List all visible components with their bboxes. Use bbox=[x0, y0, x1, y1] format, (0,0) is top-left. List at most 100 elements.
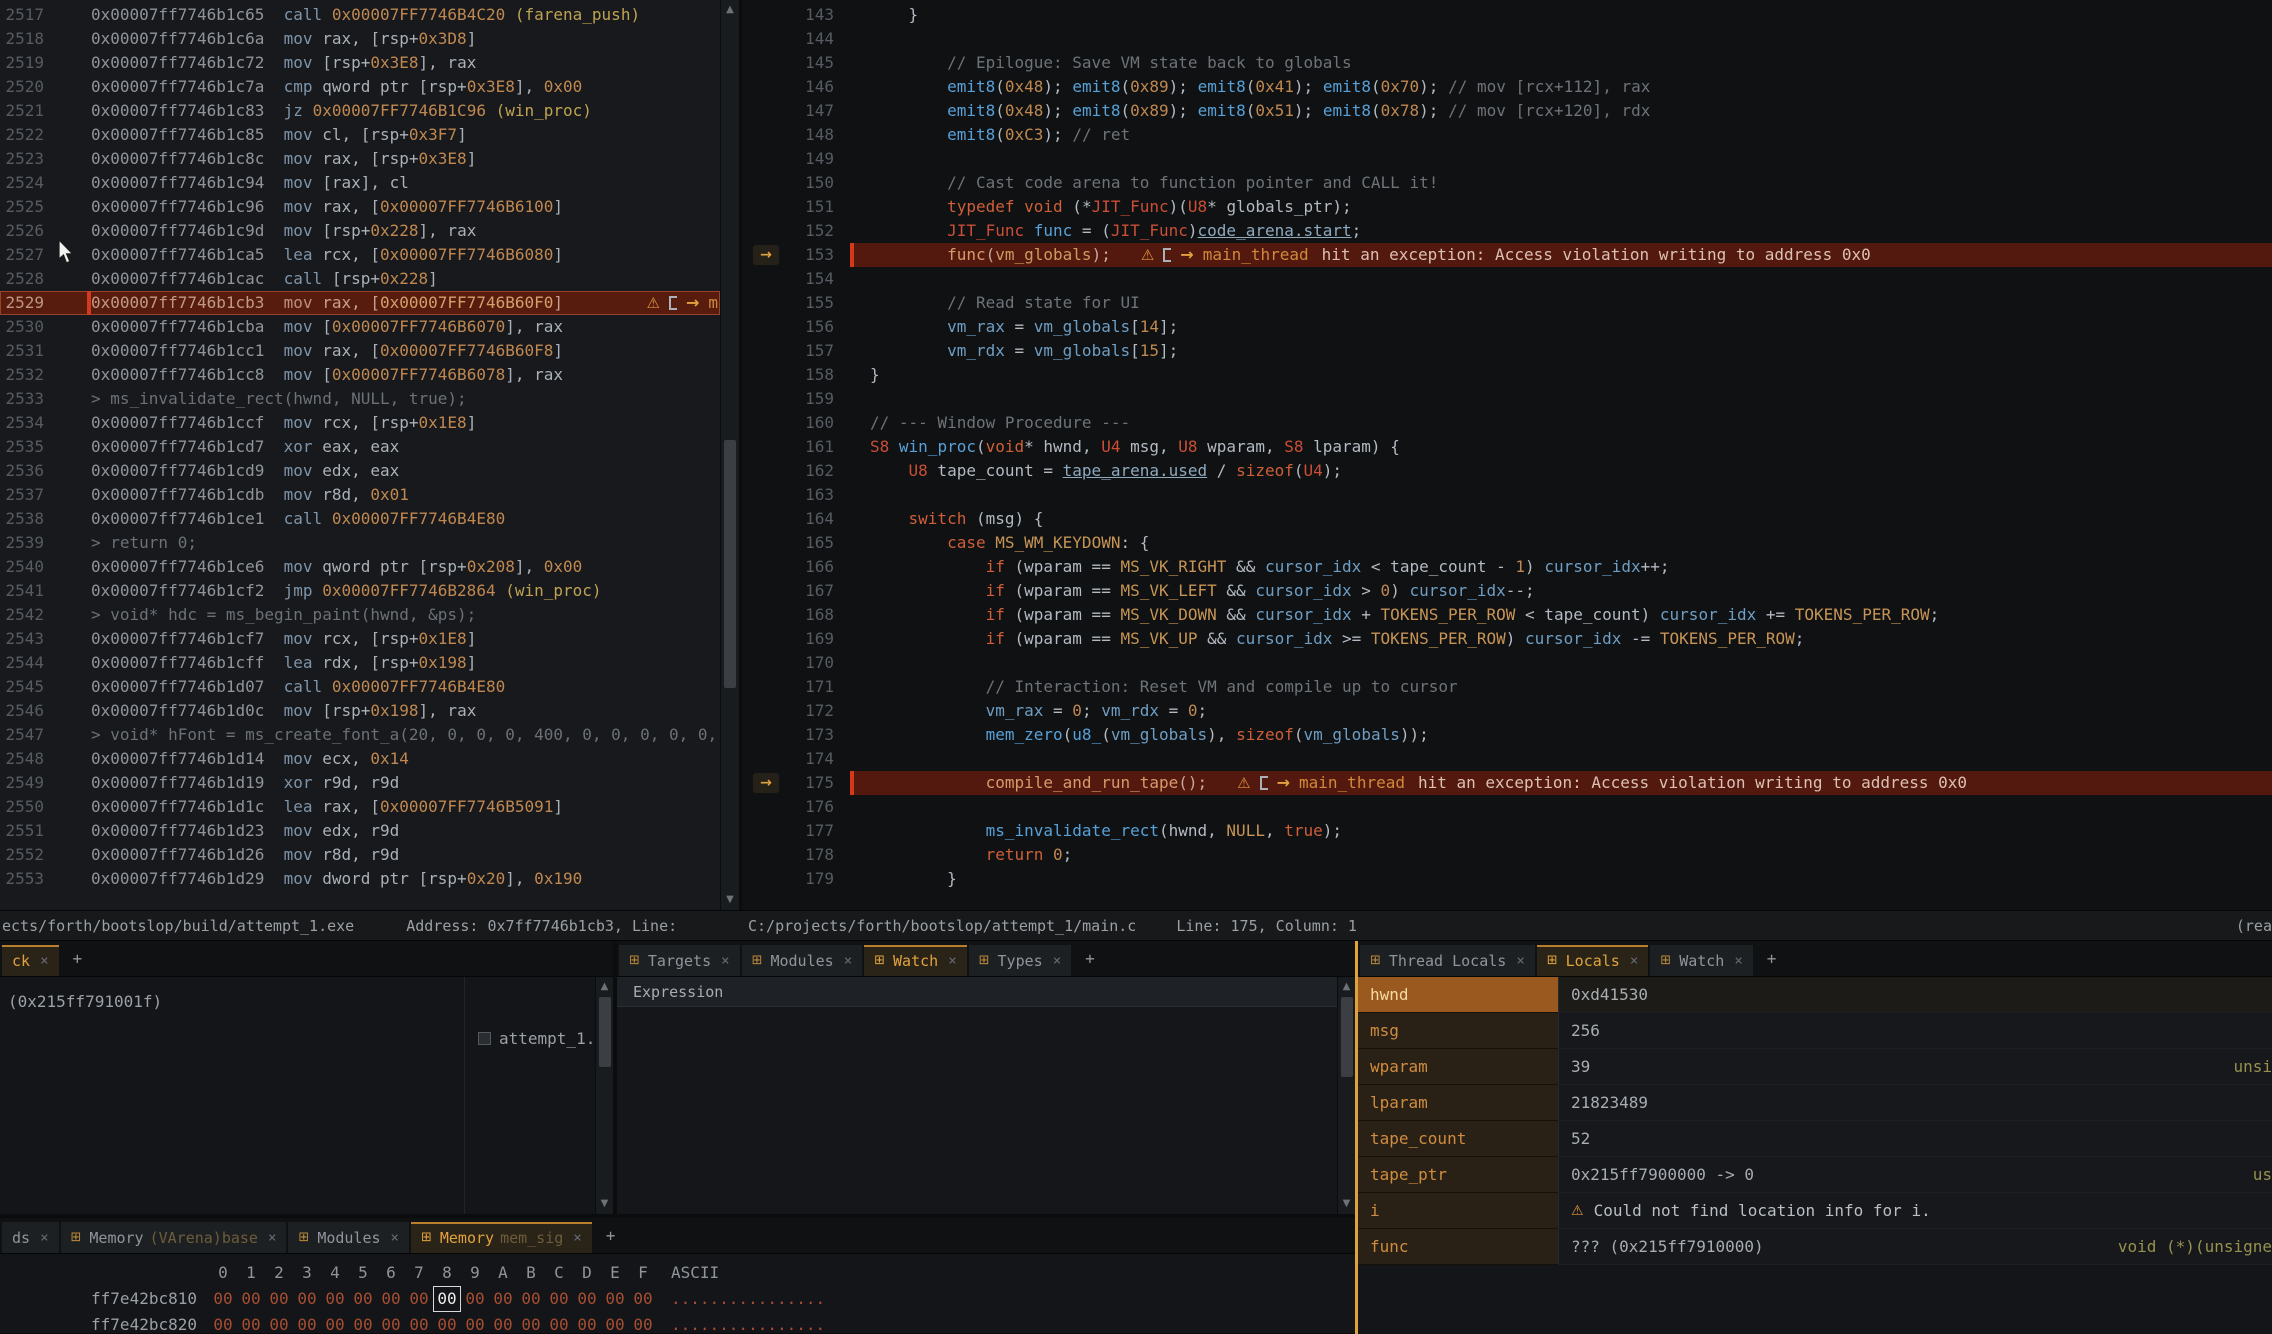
disasm-row[interactable]: 2533> ms_invalidate_rect(hwnd, NULL, tru… bbox=[0, 387, 720, 411]
source-row[interactable]: 158} bbox=[742, 363, 2272, 387]
memory-byte[interactable]: 00 bbox=[517, 1286, 545, 1312]
scroll-up-icon[interactable]: ▲ bbox=[1338, 979, 1355, 995]
source-row[interactable]: 172 vm_rax = 0; vm_rdx = 0; bbox=[742, 699, 2272, 723]
scroll-up-icon[interactable]: ▲ bbox=[596, 979, 613, 995]
disasm-row[interactable]: 25400x00007ff7746b1ce6 mov qword ptr [rs… bbox=[0, 555, 720, 579]
disasm-row[interactable]: 25450x00007ff7746b1d07 call 0x00007FF774… bbox=[0, 675, 720, 699]
source-row[interactable]: 174 bbox=[742, 747, 2272, 771]
source-row[interactable]: 171 // Interaction: Reset VM and compile… bbox=[742, 675, 2272, 699]
disasm-row[interactable]: 25310x00007ff7746b1cc1 mov rax, [0x00007… bbox=[0, 339, 720, 363]
source-row[interactable]: 152 JIT_Func func = (JIT_Func)code_arena… bbox=[742, 219, 2272, 243]
source-row[interactable]: 178 return 0; bbox=[742, 843, 2272, 867]
memory-byte[interactable]: 00 bbox=[545, 1312, 573, 1333]
memory-byte[interactable]: 00 bbox=[321, 1286, 349, 1312]
source-row[interactable]: 163 bbox=[742, 483, 2272, 507]
disasm-row[interactable]: 25380x00007ff7746b1ce1 call 0x00007FF774… bbox=[0, 507, 720, 531]
tab-watch[interactable]: ⊞Watch× bbox=[1650, 945, 1753, 976]
disasm-row[interactable]: 25350x00007ff7746b1cd7 xor eax, eax bbox=[0, 435, 720, 459]
memory-byte[interactable]: 00 bbox=[601, 1312, 629, 1333]
source-row[interactable]: 156 vm_rax = vm_globals[14]; bbox=[742, 315, 2272, 339]
disasm-row[interactable]: 25530x00007ff7746b1d29 mov dword ptr [rs… bbox=[0, 867, 720, 891]
memory-byte[interactable]: 00 bbox=[405, 1286, 433, 1312]
source-row[interactable]: 173 mem_zero(u8_(vm_globals), sizeof(vm_… bbox=[742, 723, 2272, 747]
disasm-row[interactable]: 25270x00007ff7746b1ca5 lea rcx, [0x00007… bbox=[0, 243, 720, 267]
memory-byte[interactable]: 00 bbox=[405, 1312, 433, 1333]
memory-byte[interactable]: 00 bbox=[461, 1312, 489, 1333]
scrollbar-thumb[interactable] bbox=[724, 440, 736, 688]
source-row[interactable]: 164 switch (msg) { bbox=[742, 507, 2272, 531]
disasm-row[interactable]: 25520x00007ff7746b1d26 mov r8d, r9d bbox=[0, 843, 720, 867]
source-row[interactable]: 162 U8 tape_count = tape_arena.used / si… bbox=[742, 459, 2272, 483]
source-row[interactable]: 161S8 win_proc(void* hwnd, U4 msg, U8 wp… bbox=[742, 435, 2272, 459]
locals-row[interactable]: tape_count52 bbox=[1358, 1121, 2272, 1157]
tab-ck[interactable]: ck× bbox=[2, 945, 59, 976]
close-icon[interactable]: × bbox=[1516, 953, 1524, 969]
disasm-row[interactable]: 25210x00007ff7746b1c83 jz 0x00007FF7746B… bbox=[0, 99, 720, 123]
memory-byte[interactable]: 00 bbox=[209, 1312, 237, 1333]
tab-modules[interactable]: ⊞Modules× bbox=[742, 945, 863, 976]
scroll-up-icon[interactable]: ▲ bbox=[721, 2, 739, 18]
source-row[interactable]: 147 emit8(0x48); emit8(0x89); emit8(0x51… bbox=[742, 99, 2272, 123]
source-code-panel[interactable]: 143 }144145 // Epilogue: Save VM state b… bbox=[742, 0, 2272, 910]
disasm-row[interactable]: 25230x00007ff7746b1c8c mov rax, [rsp+0x3… bbox=[0, 147, 720, 171]
tab-thread-locals[interactable]: ⊞Thread Locals× bbox=[1360, 945, 1535, 976]
source-row[interactable]: 179 } bbox=[742, 867, 2272, 891]
disasm-row[interactable]: 25440x00007ff7746b1cff lea rdx, [rsp+0x1… bbox=[0, 651, 720, 675]
new-tab-button[interactable]: + bbox=[1755, 949, 1789, 968]
memory-byte[interactable]: 00 bbox=[629, 1312, 657, 1333]
close-icon[interactable]: × bbox=[40, 1230, 48, 1246]
close-icon[interactable]: × bbox=[1630, 953, 1638, 969]
new-tab-button[interactable]: + bbox=[1073, 949, 1107, 968]
disasm-row[interactable]: 25220x00007ff7746b1c85 mov cl, [rsp+0x3F… bbox=[0, 123, 720, 147]
memory-byte[interactable]: 00 bbox=[293, 1286, 321, 1312]
memory-byte[interactable]: 00 bbox=[293, 1312, 321, 1333]
disasm-row[interactable]: 25280x00007ff7746b1cac call [rsp+0x228] bbox=[0, 267, 720, 291]
close-icon[interactable]: × bbox=[268, 1230, 276, 1246]
memory-byte[interactable]: 00 bbox=[237, 1286, 265, 1312]
source-row[interactable]: 151 typedef void (*JIT_Func)(U8* globals… bbox=[742, 195, 2272, 219]
disasm-row[interactable]: 25300x00007ff7746b1cba mov [0x00007FF774… bbox=[0, 315, 720, 339]
close-icon[interactable]: × bbox=[1734, 953, 1742, 969]
disasm-row[interactable]: 25410x00007ff7746b1cf2 jmp 0x00007FF7746… bbox=[0, 579, 720, 603]
source-row[interactable]: 168 if (wparam == MS_VK_DOWN && cursor_i… bbox=[742, 603, 2272, 627]
source-row[interactable]: 155 // Read state for UI bbox=[742, 291, 2272, 315]
tab-types[interactable]: ⊞Types× bbox=[969, 945, 1072, 976]
memory-byte[interactable]: 00 bbox=[349, 1312, 377, 1333]
scroll-down-icon[interactable]: ▼ bbox=[721, 892, 739, 908]
memory-byte[interactable]: 00 bbox=[321, 1312, 349, 1333]
disasm-row[interactable]: 25320x00007ff7746b1cc8 mov [0x00007FF774… bbox=[0, 363, 720, 387]
memory-byte[interactable]: 00 bbox=[237, 1312, 265, 1333]
disasm-row[interactable]: 25480x00007ff7746b1d14 mov ecx, 0x14 bbox=[0, 747, 720, 771]
memory-byte[interactable]: 00 bbox=[265, 1286, 293, 1312]
memory-byte[interactable]: 00 bbox=[545, 1286, 573, 1312]
locals-row[interactable]: i⚠Could not find location info for i. bbox=[1358, 1193, 2272, 1229]
close-icon[interactable]: × bbox=[1053, 953, 1061, 969]
callstack-scrollbar[interactable]: ▲ ▼ bbox=[595, 977, 613, 1214]
disasm-row[interactable]: 25200x00007ff7746b1c7a cmp qword ptr [rs… bbox=[0, 75, 720, 99]
disasm-row[interactable]: 2547> void* hFont = ms_create_font_a(20,… bbox=[0, 723, 720, 747]
disassembly-scrollbar[interactable]: ▲ ▼ bbox=[720, 0, 739, 910]
memory-byte[interactable]: 00 bbox=[461, 1286, 489, 1312]
memory-byte[interactable]: 00 bbox=[349, 1286, 377, 1312]
memory-byte[interactable]: 00 bbox=[489, 1286, 517, 1312]
memory-row[interactable]: ff7e42bc81000000000000000000000000000000… bbox=[0, 1286, 1355, 1312]
memory-byte[interactable]: 00 bbox=[265, 1312, 293, 1333]
callstack-frame[interactable]: long win_proc(void *, uint32, unsigned l… bbox=[0, 1020, 613, 1057]
tab-watch[interactable]: ⊞Watch× bbox=[864, 945, 967, 976]
disasm-row[interactable]: 25460x00007ff7746b1d0c mov [rsp+0x198], … bbox=[0, 699, 720, 723]
source-row[interactable]: 170 bbox=[742, 651, 2272, 675]
tab-modules[interactable]: ⊞Modules× bbox=[288, 1222, 409, 1253]
memory-row[interactable]: ff7e42bc82000000000000000000000000000000… bbox=[0, 1312, 1355, 1333]
memory-byte[interactable]: 00 bbox=[629, 1286, 657, 1312]
locals-row[interactable]: tape_ptr0x215ff7900000 -> 0us bbox=[1358, 1157, 2272, 1193]
locals-row[interactable]: msg256 bbox=[1358, 1013, 2272, 1049]
memory-byte[interactable]: 00 bbox=[377, 1312, 405, 1333]
memory-byte[interactable]: 00 bbox=[433, 1286, 461, 1312]
source-row[interactable]: →153 func(vm_globals);⚠→main_threadhit a… bbox=[742, 243, 2272, 267]
source-row[interactable]: 177 ms_invalidate_rect(hwnd, NULL, true)… bbox=[742, 819, 2272, 843]
source-row[interactable]: 149 bbox=[742, 147, 2272, 171]
close-icon[interactable]: × bbox=[40, 953, 48, 969]
memory-byte[interactable]: 00 bbox=[489, 1312, 517, 1333]
close-icon[interactable]: × bbox=[721, 953, 729, 969]
disasm-row[interactable]: 25290x00007ff7746b1cb3 mov rax, [0x00007… bbox=[0, 291, 720, 315]
